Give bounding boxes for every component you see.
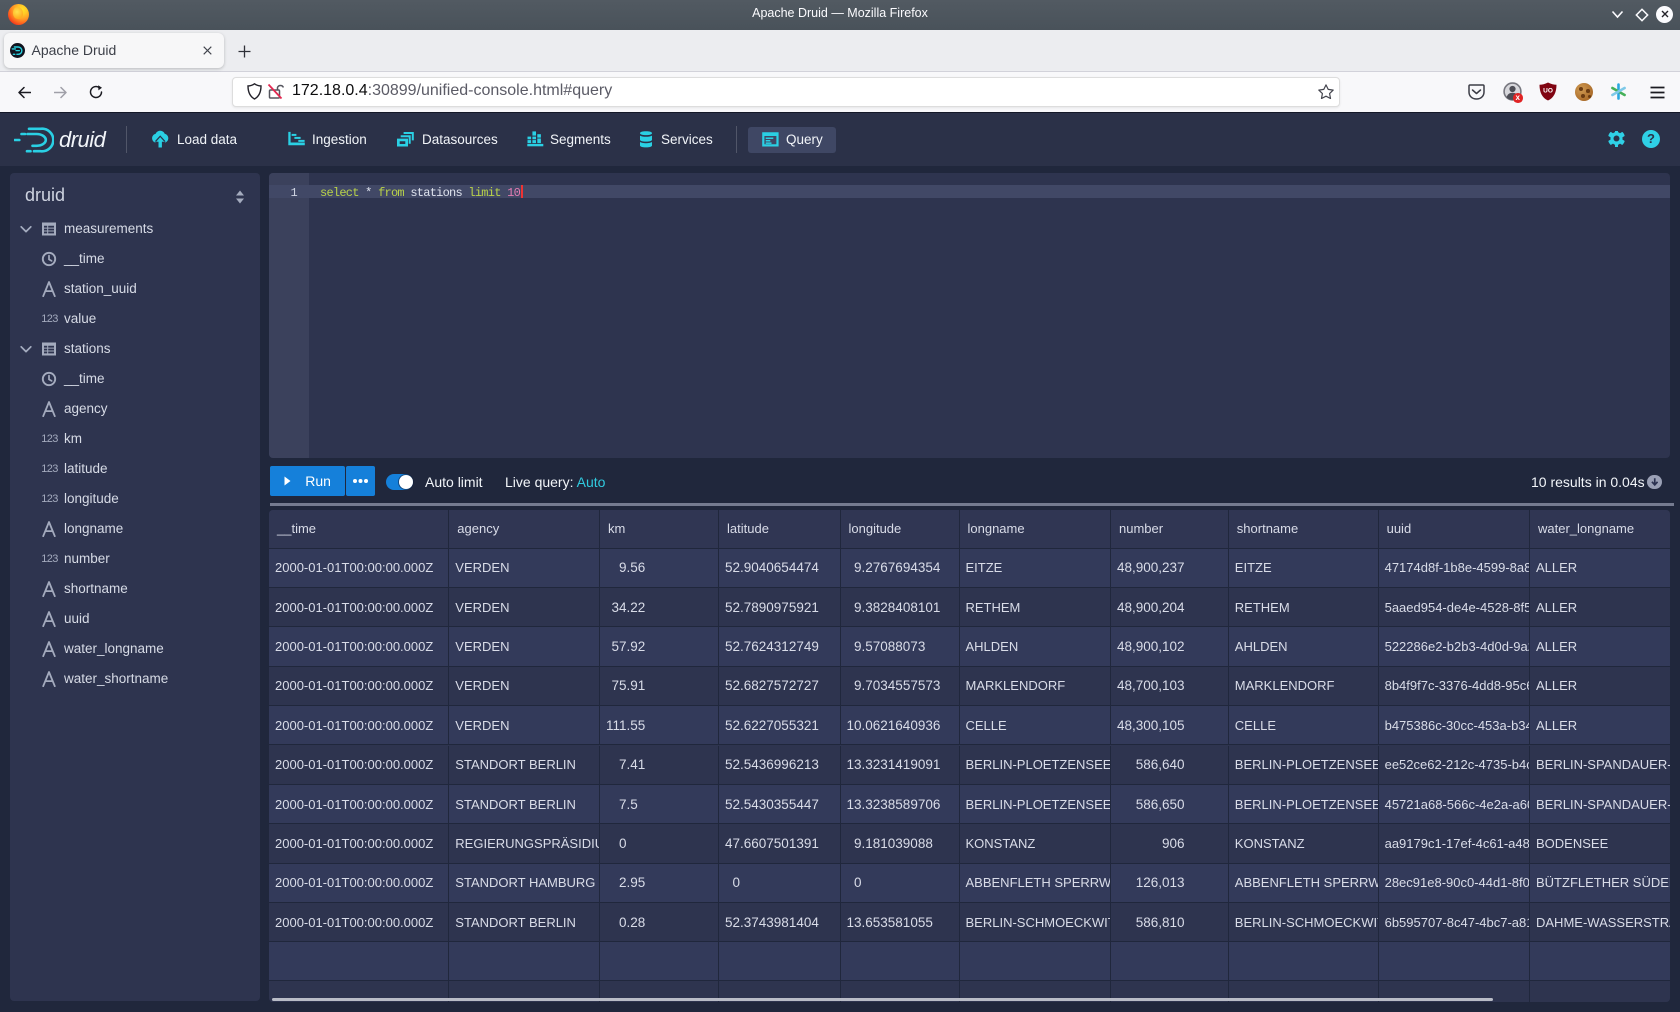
svg-text:UO: UO (1543, 88, 1553, 95)
